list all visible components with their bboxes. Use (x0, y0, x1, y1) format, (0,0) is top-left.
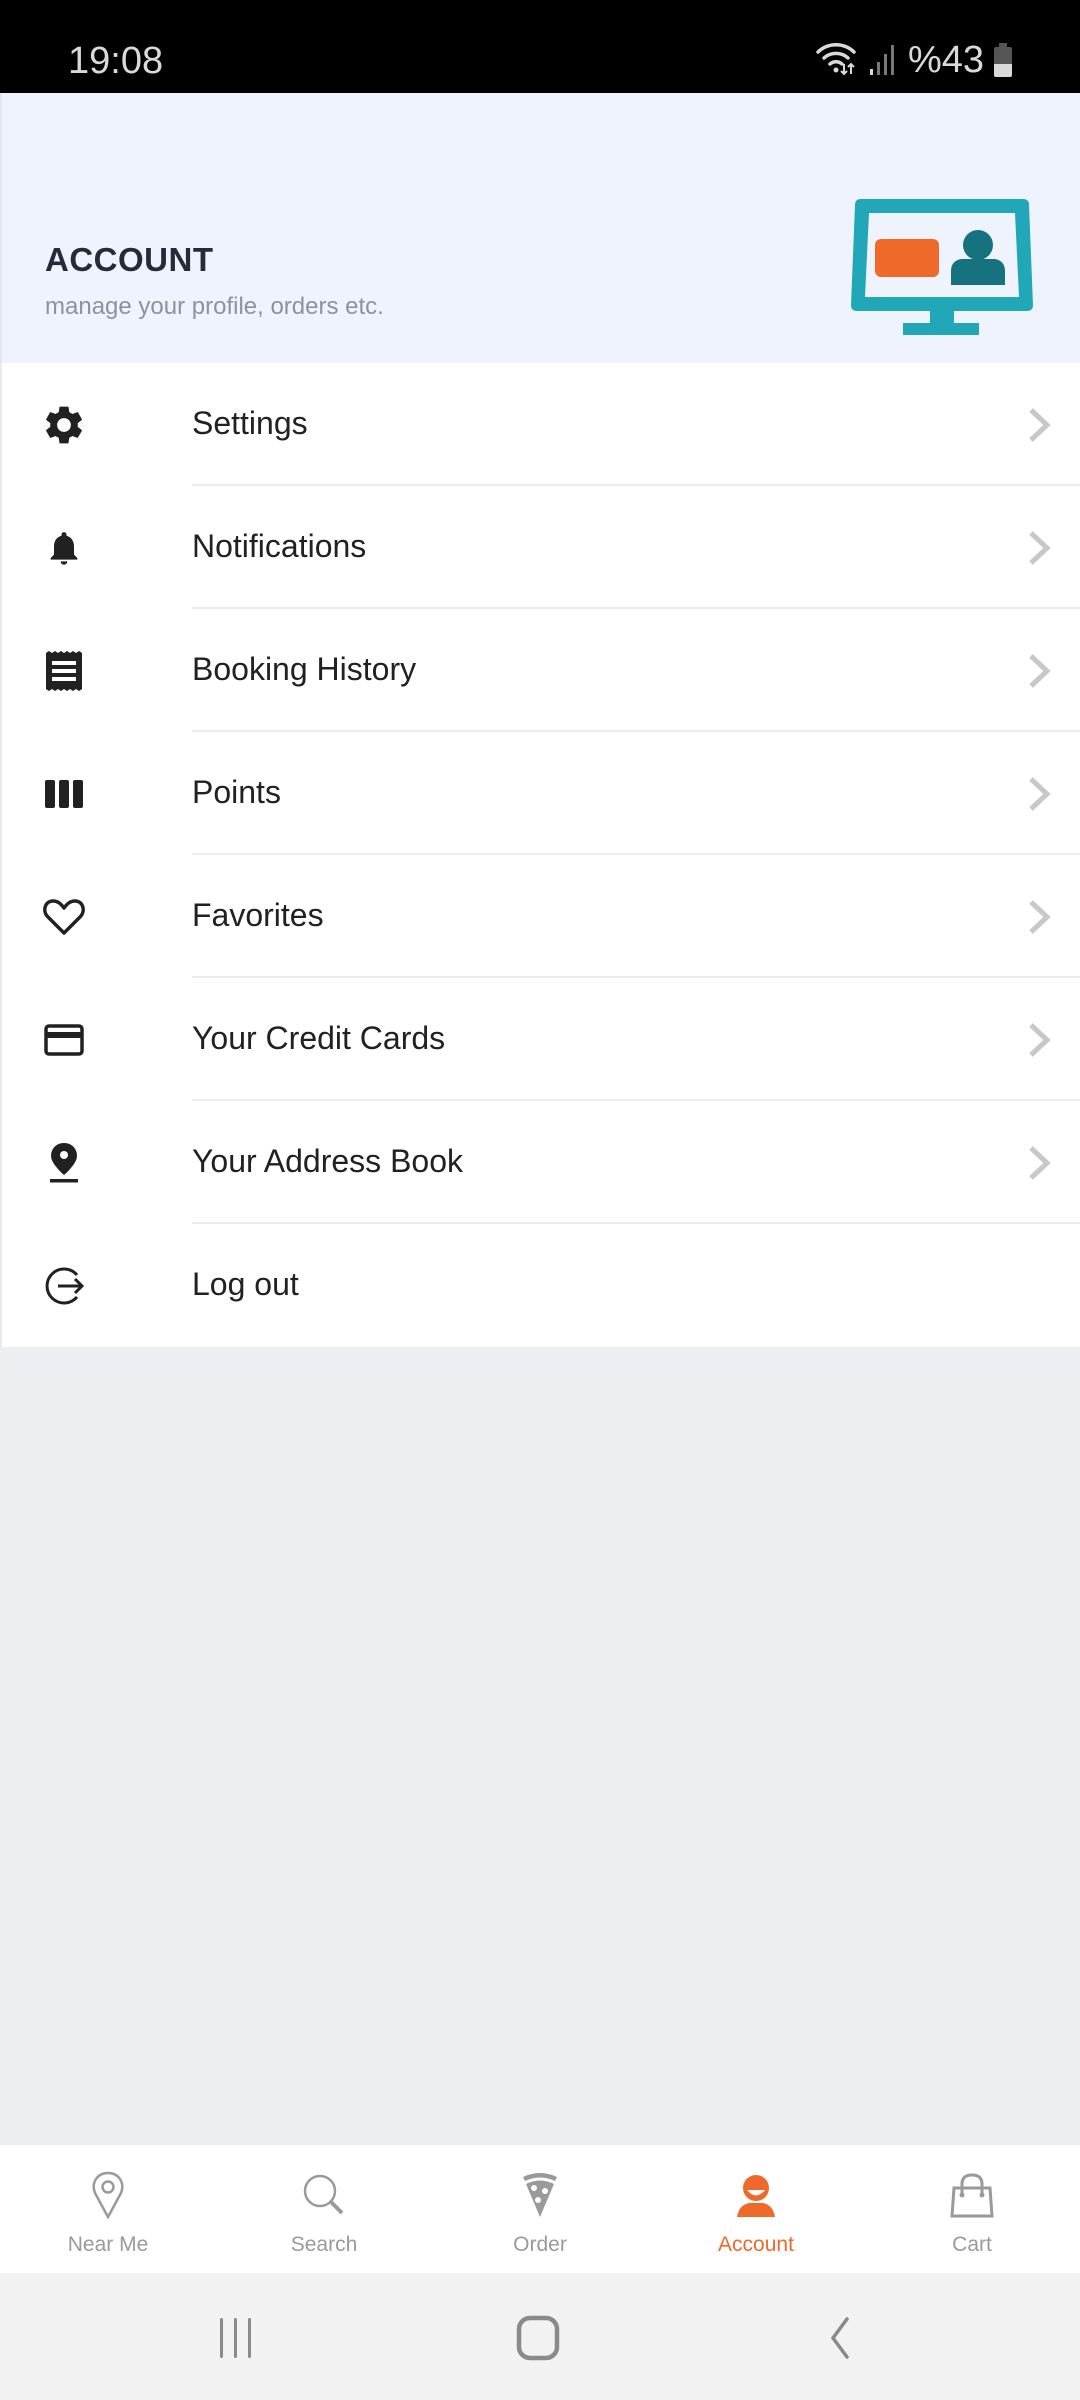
battery-icon (994, 43, 1012, 77)
chevron-right-icon (1026, 407, 1052, 443)
columns-icon (40, 770, 88, 818)
user-icon (728, 2169, 784, 2221)
menu-item-label: Favorites (192, 897, 324, 933)
signal-icon (868, 41, 898, 80)
back-button[interactable] (810, 2313, 870, 2363)
search-icon (296, 2169, 352, 2221)
page-subtitle: manage your profile, orders etc. (45, 293, 384, 320)
heart-icon (40, 893, 88, 941)
menu-item-favorites[interactable]: Favorites (2, 855, 1080, 978)
pizza-icon (512, 2169, 568, 2221)
menu-item-label: Your Credit Cards (192, 1020, 446, 1056)
account-menu: Settings Notifications Booking History P… (0, 363, 1080, 1347)
nav-label: Search (290, 2233, 358, 2256)
chevron-right-icon (1026, 653, 1052, 689)
menu-item-label: Log out (192, 1266, 299, 1302)
account-header: ACCOUNT manage your profile, orders etc. (0, 93, 1080, 363)
nav-item-search[interactable]: Search (216, 2145, 432, 2273)
nav-item-cart[interactable]: Cart (864, 2145, 1080, 2273)
menu-item-label: Notifications (192, 528, 367, 564)
chevron-right-icon (1026, 899, 1052, 935)
nav-item-order[interactable]: Order (432, 2145, 648, 2273)
bottom-navigation: Near Me Search Order Account Cart (0, 2145, 1080, 2273)
menu-item-label: Points (192, 774, 281, 810)
chevron-right-icon (1026, 776, 1052, 812)
menu-item-booking-history[interactable]: Booking History (2, 609, 1080, 732)
menu-item-label: Settings (192, 405, 308, 441)
menu-item-label: Booking History (192, 651, 417, 687)
status-bar: 19:08 %43 (0, 0, 1080, 93)
battery-percent: %43 (907, 38, 984, 81)
menu-item-logout[interactable]: Log out (2, 1224, 1080, 1347)
chevron-right-icon (1026, 1022, 1052, 1058)
nav-label: Cart (952, 2233, 992, 2256)
nav-item-account[interactable]: Account (648, 2145, 864, 2273)
status-time: 19:08 (68, 40, 164, 82)
credit-card-icon (40, 1016, 88, 1064)
shopping-bag-icon (944, 2169, 1000, 2221)
logout-icon (40, 1262, 88, 1310)
gear-icon (40, 401, 88, 449)
nav-label: Account (718, 2233, 794, 2256)
recent-apps-button[interactable] (206, 2313, 266, 2363)
home-button[interactable] (508, 2313, 568, 2363)
menu-item-settings[interactable]: Settings (2, 363, 1080, 486)
menu-item-address-book[interactable]: Your Address Book (2, 1101, 1080, 1224)
menu-item-label: Your Address Book (192, 1143, 463, 1179)
page-title: ACCOUNT (45, 241, 214, 278)
location-pin-icon (40, 1139, 88, 1187)
monitor-profile-illustration (847, 193, 1037, 343)
bell-icon (40, 524, 88, 572)
status-icons: %43 (814, 38, 1012, 81)
chevron-right-icon (1026, 1145, 1052, 1181)
nav-label: Near Me (67, 2233, 149, 2256)
chevron-right-icon (1026, 530, 1052, 566)
receipt-icon (40, 647, 88, 695)
menu-item-credit-cards[interactable]: Your Credit Cards (2, 978, 1080, 1101)
wifi-icon (814, 40, 858, 81)
menu-item-notifications[interactable]: Notifications (2, 486, 1080, 609)
menu-item-points[interactable]: Points (2, 732, 1080, 855)
nav-item-near-me[interactable]: Near Me (0, 2145, 216, 2273)
map-pin-icon (80, 2169, 136, 2221)
system-navigation-bar (0, 2273, 1080, 2400)
nav-label: Order (513, 2233, 567, 2256)
